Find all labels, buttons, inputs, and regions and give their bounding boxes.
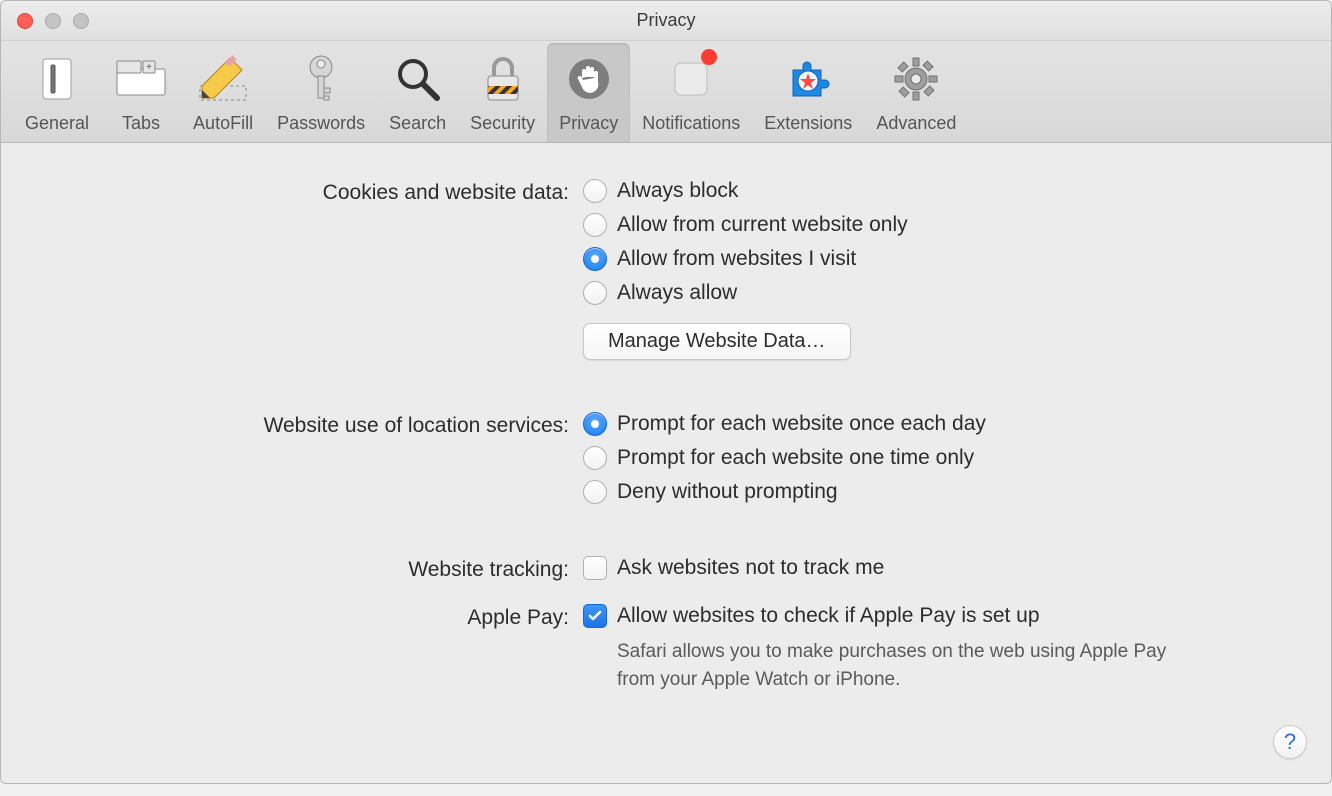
extensions-icon bbox=[780, 51, 836, 107]
radio-icon bbox=[583, 247, 607, 271]
checkbox-icon bbox=[583, 556, 607, 580]
checkbox-label: Allow websites to check if Apple Pay is … bbox=[617, 604, 1040, 628]
autofill-icon bbox=[195, 51, 251, 107]
radio-icon bbox=[583, 179, 607, 203]
manage-website-data-button[interactable]: Manage Website Data… bbox=[583, 323, 851, 360]
tab-label: General bbox=[25, 113, 89, 134]
tab-security[interactable]: Security bbox=[458, 43, 547, 142]
tab-notifications[interactable]: Notifications bbox=[630, 43, 752, 142]
tracking-label: Website tracking: bbox=[37, 556, 583, 590]
radio-label: Allow from websites I visit bbox=[617, 247, 856, 271]
tab-autofill[interactable]: AutoFill bbox=[181, 43, 265, 142]
applepay-checkbox-row[interactable]: Allow websites to check if Apple Pay is … bbox=[583, 604, 1295, 628]
radio-icon bbox=[583, 213, 607, 237]
applepay-hint: Safari allows you to make purchases on t… bbox=[617, 638, 1177, 694]
tab-label: Passwords bbox=[277, 113, 365, 134]
applepay-label: Apple Pay: bbox=[37, 604, 583, 694]
window-controls bbox=[1, 13, 89, 29]
tab-label: Tabs bbox=[122, 113, 160, 134]
tab-label: AutoFill bbox=[193, 113, 253, 134]
preferences-toolbar: General + Tabs bbox=[1, 41, 1331, 143]
radio-icon bbox=[583, 281, 607, 305]
svg-text:+: + bbox=[146, 62, 152, 73]
key-icon bbox=[293, 51, 349, 107]
tab-label: Search bbox=[389, 113, 446, 134]
tab-advanced[interactable]: Advanced bbox=[864, 43, 968, 142]
radio-label: Always allow bbox=[617, 281, 737, 305]
cookies-option-websites-i-visit[interactable]: Allow from websites I visit bbox=[583, 247, 1295, 271]
preferences-window: Privacy General + Tabs bbox=[0, 0, 1332, 784]
notification-badge bbox=[701, 49, 717, 65]
minimize-button[interactable] bbox=[45, 13, 61, 29]
notifications-icon bbox=[663, 51, 719, 107]
gear-icon bbox=[888, 51, 944, 107]
window-title: Privacy bbox=[1, 10, 1331, 31]
location-option-once-each-day[interactable]: Prompt for each website once each day bbox=[583, 412, 1295, 436]
radio-label: Deny without prompting bbox=[617, 480, 838, 504]
radio-label: Allow from current website only bbox=[617, 213, 908, 237]
tab-label: Security bbox=[470, 113, 535, 134]
help-glyph: ? bbox=[1284, 729, 1296, 755]
tab-label: Privacy bbox=[559, 113, 618, 134]
radio-icon bbox=[583, 480, 607, 504]
checkbox-label: Ask websites not to track me bbox=[617, 556, 884, 580]
tab-privacy[interactable]: Privacy bbox=[547, 43, 630, 142]
radio-label: Prompt for each website once each day bbox=[617, 412, 986, 436]
cookies-option-always-allow[interactable]: Always allow bbox=[583, 281, 1295, 305]
titlebar: Privacy bbox=[1, 1, 1331, 41]
cookies-section: Cookies and website data: Always block A… bbox=[37, 179, 1295, 360]
hand-icon bbox=[561, 51, 617, 107]
radio-label: Always block bbox=[617, 179, 738, 203]
tab-general[interactable]: General bbox=[13, 43, 101, 142]
search-icon bbox=[390, 51, 446, 107]
general-icon bbox=[29, 51, 85, 107]
radio-label: Prompt for each website one time only bbox=[617, 446, 974, 470]
tab-passwords[interactable]: Passwords bbox=[265, 43, 377, 142]
cookies-option-always-block[interactable]: Always block bbox=[583, 179, 1295, 203]
location-option-deny[interactable]: Deny without prompting bbox=[583, 480, 1295, 504]
help-button[interactable]: ? bbox=[1273, 725, 1307, 759]
zoom-button[interactable] bbox=[73, 13, 89, 29]
privacy-pane: Cookies and website data: Always block A… bbox=[1, 143, 1331, 783]
location-label: Website use of location services: bbox=[37, 412, 583, 514]
tab-search[interactable]: Search bbox=[377, 43, 458, 142]
close-button[interactable] bbox=[17, 13, 33, 29]
tab-label: Notifications bbox=[642, 113, 740, 134]
tab-label: Extensions bbox=[764, 113, 852, 134]
tabs-icon: + bbox=[113, 51, 169, 107]
tab-extensions[interactable]: Extensions bbox=[752, 43, 864, 142]
applepay-section: Apple Pay: Allow websites to check if Ap… bbox=[37, 604, 1295, 694]
lock-icon bbox=[475, 51, 531, 107]
cookies-label: Cookies and website data: bbox=[37, 179, 583, 360]
tracking-checkbox-row[interactable]: Ask websites not to track me bbox=[583, 556, 1295, 580]
cookies-option-current-only[interactable]: Allow from current website only bbox=[583, 213, 1295, 237]
tab-label: Advanced bbox=[876, 113, 956, 134]
location-section: Website use of location services: Prompt… bbox=[37, 412, 1295, 514]
tab-tabs[interactable]: + Tabs bbox=[101, 43, 181, 142]
radio-icon bbox=[583, 412, 607, 436]
tracking-section: Website tracking: Ask websites not to tr… bbox=[37, 556, 1295, 590]
radio-icon bbox=[583, 446, 607, 470]
checkbox-icon bbox=[583, 604, 607, 628]
location-option-one-time-only[interactable]: Prompt for each website one time only bbox=[583, 446, 1295, 470]
